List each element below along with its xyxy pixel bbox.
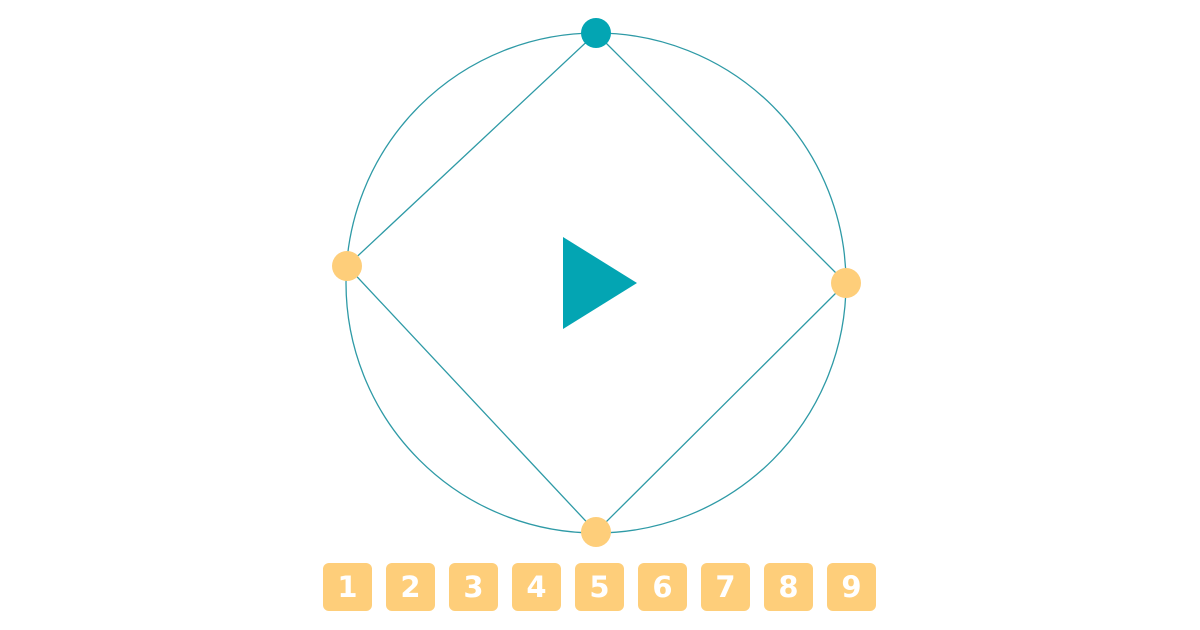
number-button-1[interactable]: 1 (323, 563, 372, 611)
node-bottom[interactable] (581, 517, 611, 547)
number-button-7[interactable]: 7 (701, 563, 750, 611)
number-button-3[interactable]: 3 (449, 563, 498, 611)
number-button-row: 1 2 3 4 5 6 7 8 9 (323, 563, 876, 611)
number-button-8[interactable]: 8 (764, 563, 813, 611)
number-button-5[interactable]: 5 (575, 563, 624, 611)
node-top[interactable] (581, 18, 611, 48)
play-button[interactable] (563, 237, 637, 329)
number-button-9[interactable]: 9 (827, 563, 876, 611)
number-button-6[interactable]: 6 (638, 563, 687, 611)
rotation-diagram (332, 18, 861, 547)
node-right[interactable] (831, 268, 861, 298)
node-left[interactable] (332, 251, 362, 281)
number-button-4[interactable]: 4 (512, 563, 561, 611)
number-button-2[interactable]: 2 (386, 563, 435, 611)
play-icon (563, 237, 637, 329)
